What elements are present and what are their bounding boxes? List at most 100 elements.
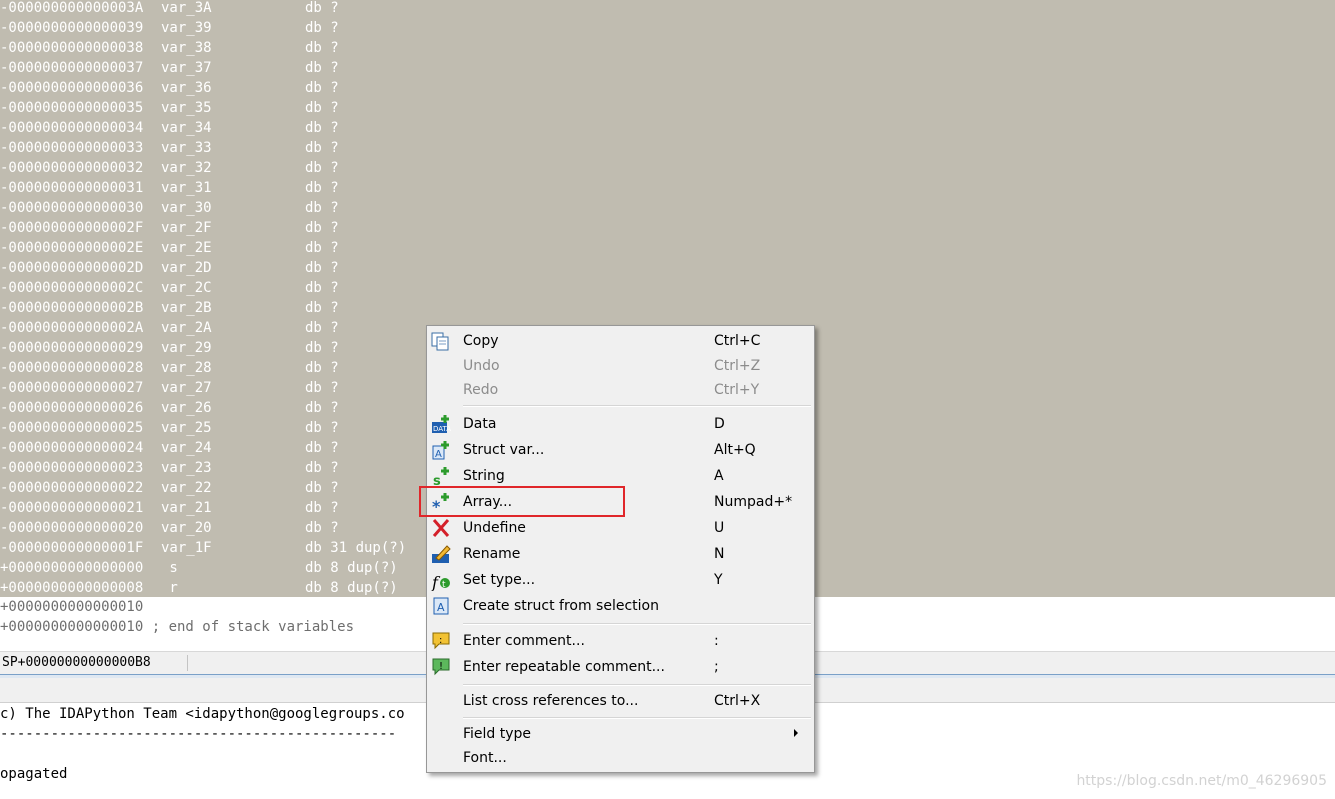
menu-shortcut-enter-comment: : xyxy=(714,633,719,649)
stack-end-comment: +0000000000000010 ; end of stack variabl… xyxy=(0,619,355,635)
stack-var-row[interactable]: -0000000000000030 var_30 db ? xyxy=(0,198,1335,218)
struct-var-icon: A xyxy=(430,439,452,461)
menu-item-array[interactable]: * Array... Numpad+* xyxy=(427,491,814,517)
menu-item-redo[interactable]: Redo Ctrl+Y xyxy=(427,380,814,404)
stack-var-row[interactable]: -0000000000000038 var_38 db ? xyxy=(0,38,1335,58)
menu-shortcut-enter-repeatable-comment: ; xyxy=(714,659,719,675)
stack-var-name: var_3A xyxy=(161,0,212,16)
menu-shortcut-string: A xyxy=(714,468,724,484)
svg-text:DATA: DATA xyxy=(433,425,451,433)
stack-var-offset: -000000000000002F xyxy=(0,220,144,236)
stack-var-row[interactable]: -000000000000002C var_2C db ? xyxy=(0,278,1335,298)
menu-item-data[interactable]: DATA Data D xyxy=(427,413,814,439)
svg-text:!: ! xyxy=(439,661,443,672)
stack-var-offset: -000000000000002E xyxy=(0,240,144,256)
stack-var-row[interactable]: -0000000000000036 var_36 db ? xyxy=(0,78,1335,98)
stack-var-row[interactable]: -0000000000000033 var_33 db ? xyxy=(0,138,1335,158)
stack-var-offset: -0000000000000026 xyxy=(0,400,144,416)
menu-item-set-type[interactable]: ft Set type... Y xyxy=(427,569,814,595)
watermark: https://blog.csdn.net/m0_46296905 xyxy=(1076,773,1327,789)
stack-var-row[interactable]: -0000000000000039 var_39 db ? xyxy=(0,18,1335,38)
stack-var-offset: -0000000000000024 xyxy=(0,440,144,456)
stack-var-name: r xyxy=(161,580,178,596)
submenu-arrow-icon xyxy=(794,729,798,737)
stack-var-name: var_2A xyxy=(161,320,212,336)
menu-shortcut-undefine: U xyxy=(714,520,725,536)
stack-var-row[interactable]: -0000000000000032 var_32 db ? xyxy=(0,158,1335,178)
stack-var-row[interactable]: -000000000000002F var_2F db ? xyxy=(0,218,1335,238)
stack-var-offset: -0000000000000034 xyxy=(0,120,144,136)
menu-item-undo[interactable]: Undo Ctrl+Z xyxy=(427,356,814,380)
stack-var-type: db ? xyxy=(305,260,339,276)
stack-tail-line: +0000000000000010 xyxy=(0,599,144,615)
rename-pencil-icon xyxy=(430,543,452,565)
stack-var-row[interactable]: -0000000000000037 var_37 db ? xyxy=(0,58,1335,78)
menu-label-undefine: Undefine xyxy=(463,520,526,536)
menu-item-rename[interactable]: Rename N xyxy=(427,543,814,569)
stack-var-type: db ? xyxy=(305,400,339,416)
stack-var-row[interactable]: -0000000000000034 var_34 db ? xyxy=(0,118,1335,138)
stack-var-offset: -0000000000000038 xyxy=(0,40,144,56)
menu-shortcut-rename: N xyxy=(714,546,725,562)
menu-label-set-type: Set type... xyxy=(463,572,536,588)
menu-item-undefine[interactable]: Undefine U xyxy=(427,517,814,543)
set-type-icon: ft xyxy=(430,569,452,592)
stack-var-row[interactable]: -0000000000000035 var_35 db ? xyxy=(0,98,1335,118)
stack-var-type: db ? xyxy=(305,120,339,136)
stack-var-row[interactable]: -0000000000000031 var_31 db ? xyxy=(0,178,1335,198)
menu-separator xyxy=(463,405,811,407)
stack-var-row[interactable]: -000000000000003A var_3A db ? xyxy=(0,0,1335,18)
svg-text:f: f xyxy=(431,573,441,591)
stack-var-name: var_31 xyxy=(161,180,212,196)
stack-var-type: db ? xyxy=(305,500,339,516)
menu-label-string: String xyxy=(463,468,505,484)
copy-icon xyxy=(430,331,452,353)
stack-var-name: var_29 xyxy=(161,340,212,356)
menu-item-string[interactable]: s String A xyxy=(427,465,814,491)
stack-var-offset: -000000000000002A xyxy=(0,320,144,336)
menu-label-rename: Rename xyxy=(463,546,521,562)
menu-shortcut-list-xrefs: Ctrl+X xyxy=(714,693,761,709)
stack-var-offset: -0000000000000031 xyxy=(0,180,144,196)
stack-var-type: db ? xyxy=(305,280,339,296)
menu-item-enter-repeatable-comment[interactable]: ! Enter repeatable comment... ; xyxy=(427,656,814,682)
stack-var-name: var_32 xyxy=(161,160,212,176)
stack-var-name: var_2C xyxy=(161,280,212,296)
menu-label-font: Font... xyxy=(463,750,507,766)
stack-var-type: db ? xyxy=(305,480,339,496)
stack-var-offset: +0000000000000000 xyxy=(0,560,144,576)
stack-var-type: db ? xyxy=(305,340,339,356)
stack-var-type: db ? xyxy=(305,200,339,216)
stack-var-row[interactable]: -000000000000002B var_2B db ? xyxy=(0,298,1335,318)
stack-var-name: var_2F xyxy=(161,220,212,236)
menu-label-redo: Redo xyxy=(463,382,499,398)
menu-label-field-type: Field type xyxy=(463,726,532,742)
menu-label-list-xrefs: List cross references to... xyxy=(463,693,639,709)
menu-item-field-type[interactable]: Field type xyxy=(427,724,814,748)
stack-var-type: db ? xyxy=(305,100,339,116)
menu-item-create-struct[interactable]: A Create struct from selection xyxy=(427,595,814,621)
svg-text:t: t xyxy=(442,580,446,590)
stack-var-offset: -000000000000002C xyxy=(0,280,144,296)
menu-shortcut-copy: Ctrl+C xyxy=(714,333,761,349)
stack-var-name: var_39 xyxy=(161,20,212,36)
menu-shortcut-data: D xyxy=(714,416,725,432)
svg-text:s: s xyxy=(433,474,441,487)
stack-var-offset: -0000000000000023 xyxy=(0,460,144,476)
stack-var-row[interactable]: -000000000000002E var_2E db ? xyxy=(0,238,1335,258)
stack-var-type: db ? xyxy=(305,160,339,176)
string-icon: s xyxy=(430,465,452,489)
stack-var-name: var_20 xyxy=(161,520,212,536)
menu-item-font[interactable]: Font... xyxy=(427,748,814,772)
menu-item-copy[interactable]: Copy Ctrl+C xyxy=(427,331,814,355)
menu-item-struct-var[interactable]: A Struct var... Alt+Q xyxy=(427,439,814,465)
stack-var-name: var_2D xyxy=(161,260,212,276)
stack-var-row[interactable]: -000000000000002D var_2D db ? xyxy=(0,258,1335,278)
menu-item-list-xrefs[interactable]: List cross references to... Ctrl+X xyxy=(427,690,814,716)
stack-var-name: var_37 xyxy=(161,60,212,76)
svg-text:A: A xyxy=(435,449,442,460)
stack-var-name: var_26 xyxy=(161,400,212,416)
menu-item-enter-comment[interactable]: : Enter comment... : xyxy=(427,630,814,656)
stack-var-type: db ? xyxy=(305,440,339,456)
stack-var-type: db ? xyxy=(305,0,339,16)
